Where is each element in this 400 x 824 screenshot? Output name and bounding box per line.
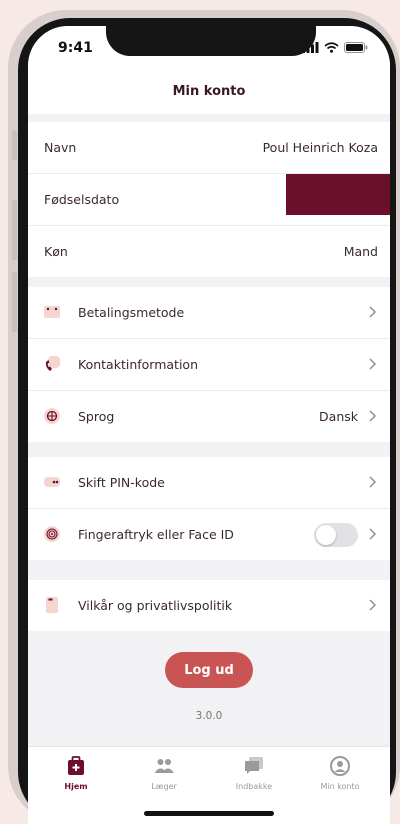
tab-label: Indbakke — [235, 782, 273, 791]
screen: 9:41 Min konto Navn Poul Heinrich Koza F… — [28, 26, 390, 824]
contact-info-row[interactable]: Kontaktinformation — [28, 339, 390, 391]
name-row: Navn Poul Heinrich Koza — [28, 122, 390, 174]
profile-group: Navn Poul Heinrich Koza Fødselsdato Køn … — [28, 122, 390, 277]
tab-label: Læger — [151, 782, 177, 791]
gender-value: Mand — [343, 244, 378, 259]
chevron-right-icon — [369, 358, 376, 370]
tab-label: Hjem — [64, 782, 88, 791]
tab-indbakke[interactable]: Indbakke — [218, 755, 290, 791]
status-time: 9:41 — [58, 40, 93, 56]
navigation-bar: Min konto — [28, 70, 390, 114]
chevron-right-icon — [369, 599, 376, 611]
medical-bag-icon — [68, 756, 84, 775]
toggle-knob — [316, 525, 336, 545]
globe-icon — [44, 408, 60, 424]
pin-code-icon — [44, 477, 60, 487]
status-icons — [302, 42, 368, 53]
tab-hjem[interactable]: Hjem — [40, 755, 112, 791]
logout-button[interactable]: Log ud — [165, 652, 253, 688]
tab-min-konto[interactable]: Min konto — [304, 755, 376, 791]
chevron-right-icon — [369, 476, 376, 488]
status-bar: 9:41 — [28, 26, 390, 70]
app-version: 3.0.0 — [195, 710, 223, 722]
payment-method-label: Betalingsmetode — [78, 305, 185, 320]
biometric-label: Fingeraftryk eller Face ID — [78, 527, 234, 542]
chevron-right-icon — [369, 528, 376, 540]
wifi-icon — [324, 42, 339, 53]
gender-label: Køn — [44, 244, 68, 259]
document-icon — [46, 597, 58, 613]
people-icon — [154, 759, 174, 773]
name-value: Poul Heinrich Koza — [262, 140, 378, 155]
change-pin-row[interactable]: Skift PIN-kode — [28, 457, 390, 509]
fingerprint-icon — [44, 526, 60, 542]
gender-row: Køn Mand — [28, 226, 390, 277]
page-title: Min konto — [172, 84, 246, 99]
tab-bar: Hjem Læger Indbakke Min konto — [28, 746, 390, 824]
language-row[interactable]: Sprog Dansk — [28, 391, 390, 442]
language-value: Dansk — [319, 409, 358, 424]
notch — [106, 26, 316, 56]
tab-laeger[interactable]: Læger — [128, 755, 200, 791]
side-button — [12, 130, 17, 160]
cellular-signal-icon — [302, 42, 319, 53]
inbox-icon — [245, 757, 263, 774]
terms-group: Vilkår og privatlivspolitik — [28, 580, 390, 631]
language-label: Sprog — [78, 409, 115, 424]
account-settings-group: Betalingsmetode Kontaktinformation Sprog… — [28, 287, 390, 442]
biometric-toggle[interactable] — [314, 523, 358, 547]
payment-method-row[interactable]: Betalingsmetode — [28, 287, 390, 339]
security-group: Skift PIN-kode Fingeraftryk eller Face I… — [28, 457, 390, 560]
terms-label: Vilkår og privatlivspolitik — [78, 598, 233, 613]
chevron-right-icon — [369, 306, 376, 318]
redacted-birthdate — [286, 174, 390, 215]
name-label: Navn — [44, 140, 77, 155]
birthdate-row: Fødselsdato — [28, 174, 390, 226]
chevron-right-icon — [369, 410, 376, 422]
side-button — [12, 272, 17, 332]
change-pin-label: Skift PIN-kode — [78, 475, 165, 490]
terms-row[interactable]: Vilkår og privatlivspolitik — [28, 580, 390, 631]
home-indicator — [144, 811, 274, 816]
account-icon — [330, 756, 350, 776]
tab-label: Min konto — [320, 782, 360, 791]
phone-contact-icon — [45, 356, 60, 371]
side-button — [12, 200, 17, 260]
biometric-row[interactable]: Fingeraftryk eller Face ID — [28, 509, 390, 560]
battery-icon — [344, 42, 368, 53]
credit-card-icon — [44, 306, 60, 318]
contact-info-label: Kontaktinformation — [78, 357, 198, 372]
birthdate-label: Fødselsdato — [44, 192, 120, 207]
